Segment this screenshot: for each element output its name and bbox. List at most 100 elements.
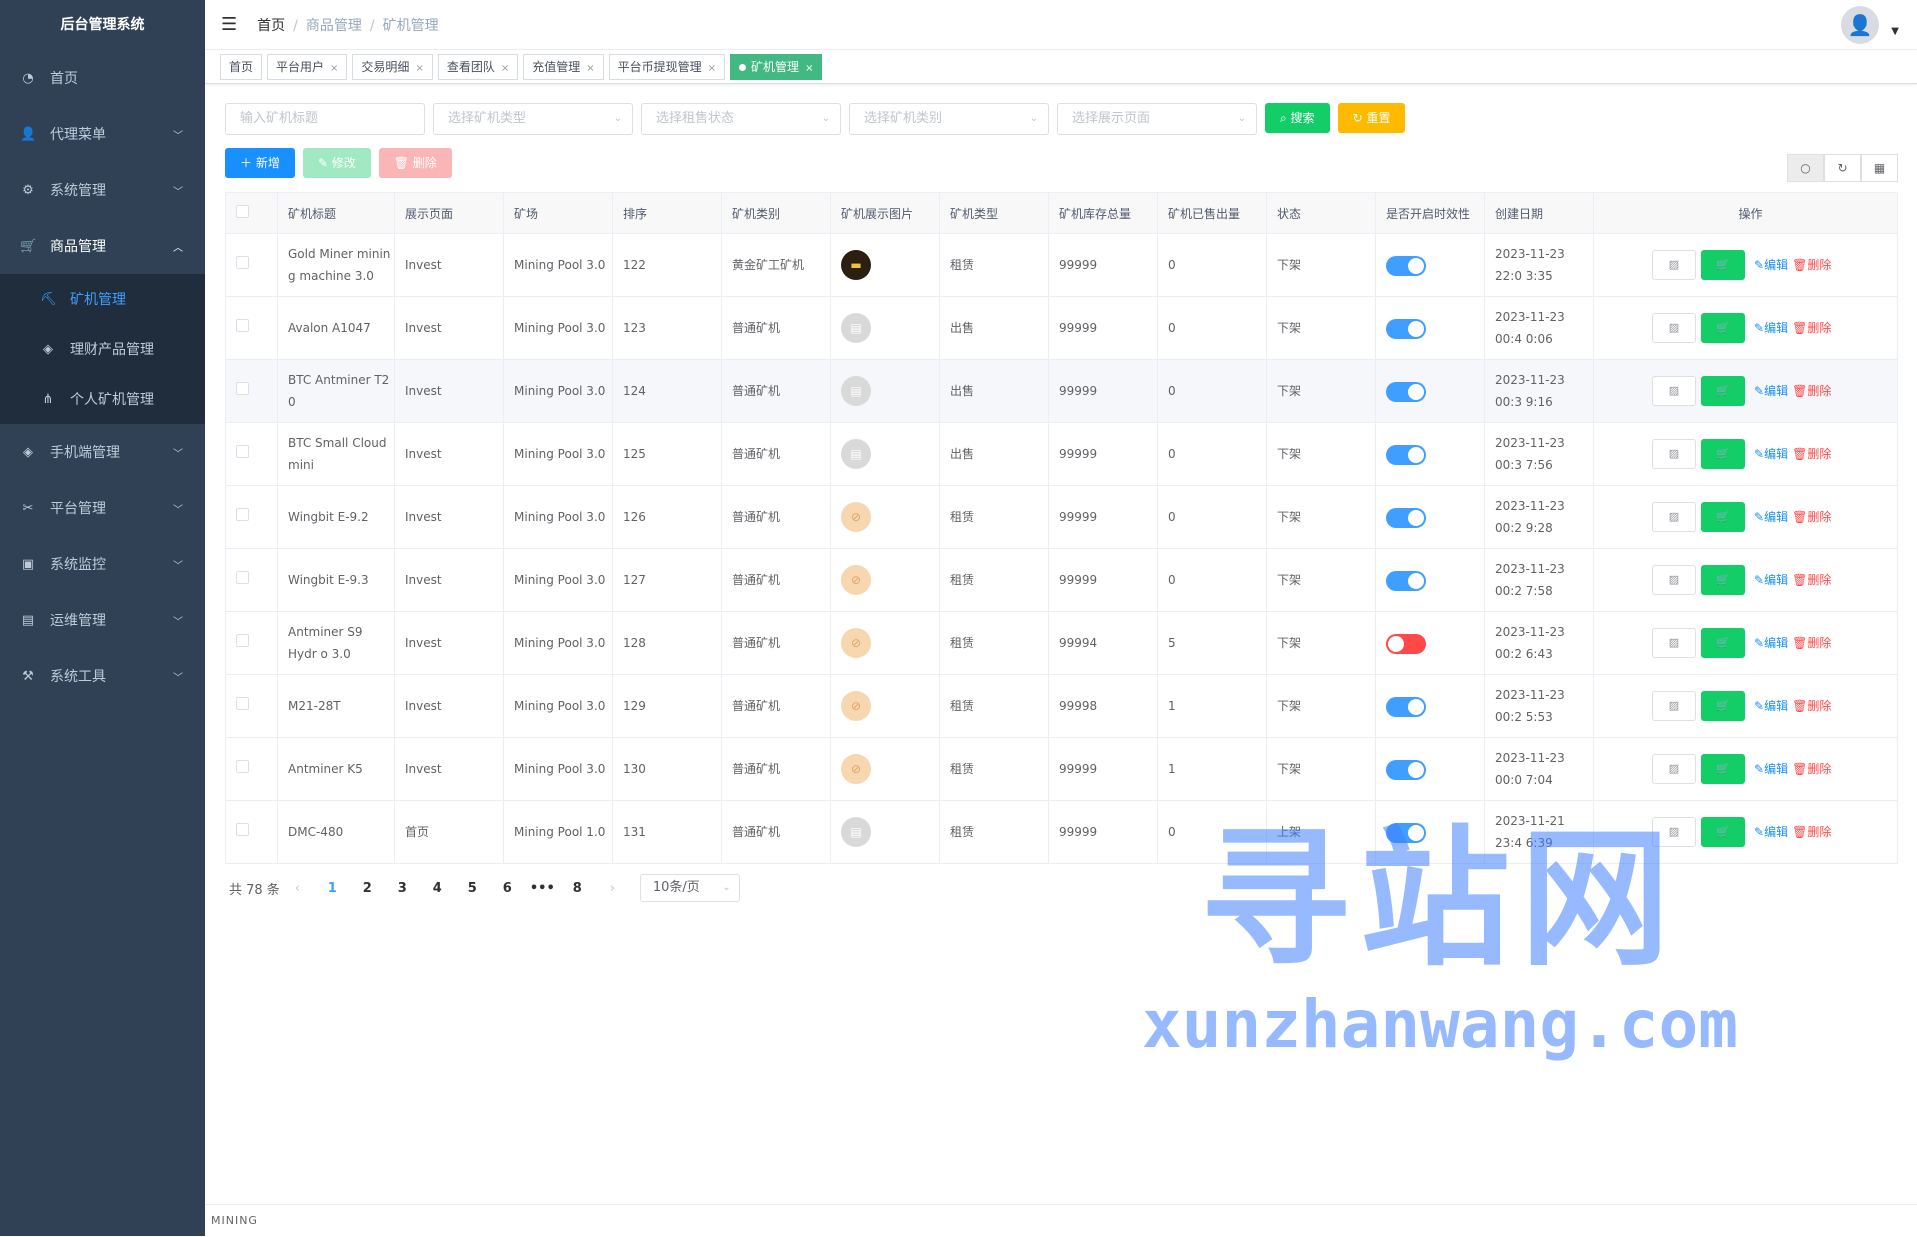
row-delete-link[interactable]: 🗑删除: [1792, 317, 1831, 339]
image-broken-icon[interactable]: ⊘: [841, 754, 871, 784]
title-input[interactable]: 输入矿机标题: [225, 103, 425, 135]
page-4[interactable]: 5: [455, 881, 490, 896]
row-edit-link[interactable]: ✎编辑: [1754, 380, 1788, 402]
image-button[interactable]: ▨: [1652, 691, 1696, 721]
row-delete-link[interactable]: 🗑删除: [1792, 380, 1831, 402]
cart-button[interactable]: 🛒: [1701, 502, 1745, 532]
timed-switch[interactable]: [1386, 822, 1426, 843]
miner-image-icon[interactable]: ▬: [841, 250, 871, 280]
image-button[interactable]: ▨: [1652, 250, 1696, 280]
page-5[interactable]: 6: [490, 881, 525, 896]
row-checkbox[interactable]: [236, 256, 249, 269]
row-edit-link[interactable]: ✎编辑: [1754, 569, 1788, 591]
edit-button[interactable]: ✎ 修改: [302, 148, 371, 178]
breadcrumb-home[interactable]: 首页: [257, 18, 285, 34]
tag-4[interactable]: 充值管理 ×: [523, 53, 604, 80]
row-delete-link[interactable]: 🗑删除: [1792, 506, 1831, 528]
cart-button[interactable]: 🛒: [1701, 250, 1745, 280]
image-broken-icon[interactable]: ⊘: [841, 691, 871, 721]
delete-button[interactable]: 🗑 删除: [378, 148, 452, 178]
image-button[interactable]: ▨: [1652, 439, 1696, 469]
page-size-select[interactable]: 10条/页 ⌄: [639, 874, 740, 902]
sidebar-item-1[interactable]: 👤 代理菜单 ﹀: [0, 106, 205, 162]
sidebar-item-6[interactable]: ⋔ 个人矿机管理: [0, 374, 205, 424]
close-icon[interactable]: ×: [805, 63, 813, 74]
sidebar-item-4[interactable]: ⛏ 矿机管理: [0, 274, 205, 324]
image-button[interactable]: ▨: [1652, 502, 1696, 532]
timed-switch[interactable]: [1386, 759, 1426, 780]
select-all-checkbox[interactable]: [236, 205, 249, 218]
sidebar-item-5[interactable]: ◈ 理财产品管理: [0, 324, 205, 374]
row-checkbox[interactable]: [236, 634, 249, 647]
sidebar-item-8[interactable]: ✂ 平台管理 ﹀: [0, 480, 205, 536]
timed-switch[interactable]: [1386, 696, 1426, 717]
row-checkbox[interactable]: [236, 382, 249, 395]
cart-button[interactable]: 🛒: [1701, 628, 1745, 658]
close-icon[interactable]: ×: [586, 63, 594, 74]
category-select[interactable]: 选择矿机类别 ⌄: [849, 103, 1049, 135]
prev-page-icon[interactable]: ‹: [280, 881, 315, 896]
cart-button[interactable]: 🛒: [1701, 313, 1745, 343]
image-broken-icon[interactable]: ⊘: [841, 565, 871, 595]
close-icon[interactable]: ×: [330, 63, 338, 74]
page-2[interactable]: 3: [385, 881, 420, 896]
sidebar-item-9[interactable]: ▣ 系统监控 ﹀: [0, 536, 205, 592]
avatar[interactable]: 👤: [1841, 6, 1879, 44]
hamburger-icon[interactable]: ☰: [221, 14, 237, 35]
row-edit-link[interactable]: ✎编辑: [1754, 443, 1788, 465]
add-button[interactable]: ＋ 新增: [225, 148, 295, 178]
row-checkbox[interactable]: [236, 445, 249, 458]
toggle-search-button[interactable]: ○: [1787, 154, 1824, 182]
sidebar-item-7[interactable]: ◈ 手机端管理 ﹀: [0, 424, 205, 480]
image-button[interactable]: ▨: [1652, 565, 1696, 595]
row-delete-link[interactable]: 🗑删除: [1792, 254, 1831, 276]
tag-6[interactable]: 矿机管理 ×: [730, 53, 823, 80]
cart-button[interactable]: 🛒: [1701, 439, 1745, 469]
cart-button[interactable]: 🛒: [1701, 376, 1745, 406]
image-button[interactable]: ▨: [1652, 628, 1696, 658]
cart-button[interactable]: 🛒: [1701, 817, 1745, 847]
cart-button[interactable]: 🛒: [1701, 565, 1745, 595]
page-3[interactable]: 4: [420, 881, 455, 896]
next-page-icon[interactable]: ›: [595, 881, 630, 896]
row-edit-link[interactable]: ✎编辑: [1754, 632, 1788, 654]
image-placeholder-icon[interactable]: ▤: [841, 313, 871, 343]
rent-select[interactable]: 选择租售状态 ⌄: [641, 103, 841, 135]
timed-switch[interactable]: [1386, 318, 1426, 339]
image-button[interactable]: ▨: [1652, 817, 1696, 847]
image-placeholder-icon[interactable]: ▤: [841, 439, 871, 469]
refresh-button[interactable]: ↻: [1824, 154, 1861, 182]
close-icon[interactable]: ×: [708, 63, 716, 74]
sidebar-item-2[interactable]: ⚙ 系统管理 ﹀: [0, 162, 205, 218]
timed-switch[interactable]: [1386, 570, 1426, 591]
reset-button[interactable]: ↻ 重置: [1337, 103, 1406, 133]
image-broken-icon[interactable]: ⊘: [841, 502, 871, 532]
image-broken-icon[interactable]: ⊘: [841, 628, 871, 658]
page-1[interactable]: 2: [350, 881, 385, 896]
row-checkbox[interactable]: [236, 508, 249, 521]
tag-2[interactable]: 交易明细 ×: [352, 53, 433, 80]
cart-button[interactable]: 🛒: [1701, 754, 1745, 784]
row-checkbox[interactable]: [236, 760, 249, 773]
image-placeholder-icon[interactable]: ▤: [841, 376, 871, 406]
timed-switch[interactable]: [1386, 255, 1426, 276]
timed-switch[interactable]: [1386, 633, 1426, 654]
timed-switch[interactable]: [1386, 507, 1426, 528]
row-delete-link[interactable]: 🗑删除: [1792, 821, 1831, 843]
row-checkbox[interactable]: [236, 319, 249, 332]
row-delete-link[interactable]: 🗑删除: [1792, 443, 1831, 465]
sidebar-item-0[interactable]: ◔ 首页: [0, 50, 205, 106]
image-button[interactable]: ▨: [1652, 313, 1696, 343]
caret-down-icon[interactable]: ▼: [1891, 26, 1899, 37]
timed-switch[interactable]: [1386, 381, 1426, 402]
row-edit-link[interactable]: ✎编辑: [1754, 254, 1788, 276]
row-edit-link[interactable]: ✎编辑: [1754, 317, 1788, 339]
sidebar-item-3[interactable]: 🛒 商品管理 ︿: [0, 218, 205, 274]
columns-button[interactable]: ▦: [1861, 154, 1898, 182]
cart-button[interactable]: 🛒: [1701, 691, 1745, 721]
page-0[interactable]: 1: [315, 881, 350, 896]
tag-3[interactable]: 查看团队 ×: [437, 53, 519, 80]
row-edit-link[interactable]: ✎编辑: [1754, 758, 1788, 780]
tag-5[interactable]: 平台币提现管理 ×: [608, 53, 726, 80]
row-delete-link[interactable]: 🗑删除: [1792, 569, 1831, 591]
